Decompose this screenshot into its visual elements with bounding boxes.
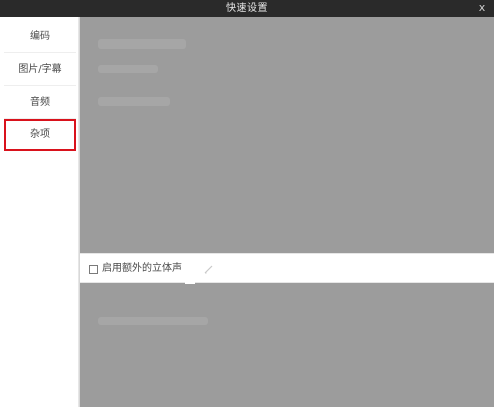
title-bar[interactable]: 快速设置 x [0,0,494,17]
settings-sidebar: 编码 图片/字幕 音频 杂项 [0,17,79,407]
sidebar-item-misc[interactable]: 杂项 [4,119,76,151]
quick-settings-window: 快速设置 x 编码 图片/字幕 音频 杂项 启用额外的立体声 [0,0,494,407]
sidebar-item-audio[interactable]: 音频 [4,87,76,119]
text-cursor-area [185,254,195,284]
sidebar-item-image-subtitle[interactable]: 图片/字幕 [4,54,76,86]
blurred-option [98,65,158,73]
settings-content-overlay [80,17,494,407]
stereo-checkbox[interactable] [89,265,98,274]
blurred-option [98,97,170,106]
blurred-option [98,39,186,49]
stereo-checkbox-label[interactable]: 启用额外的立体声 [102,254,182,284]
blurred-option [98,317,208,325]
pencil-icon [204,265,213,274]
sidebar-item-encoding[interactable]: 编码 [4,21,76,53]
window-title: 快速设置 [226,3,268,14]
stereo-option-row: 启用额外的立体声 [80,253,494,284]
close-button[interactable]: x [476,0,488,17]
